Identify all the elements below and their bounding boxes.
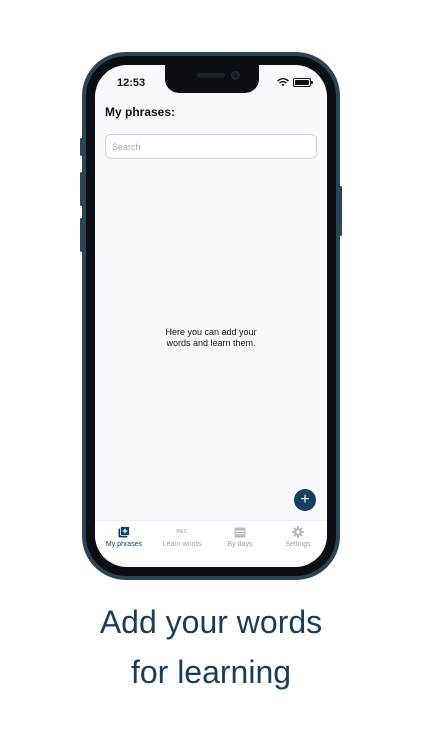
rec-icon: REC [176,529,188,535]
status-icons [277,77,313,87]
battery-icon [293,77,313,87]
empty-state-line-1: Here you can add your [165,327,257,337]
add-card-icon [118,526,130,538]
search-input[interactable] [105,134,317,159]
speaker-grille [197,73,225,78]
tab-my-phrases[interactable]: My phrases [95,521,153,561]
tab-settings[interactable]: Settings [269,521,327,561]
empty-state-message: Here you can add your words and learn th… [95,327,327,349]
add-phrase-button[interactable]: + [294,489,316,511]
app-screen: 12:53 My phrases: Here you can add your … [95,65,327,567]
tab-label: By days [227,541,253,548]
phone-bezel: 12:53 My phrases: Here you can add your … [86,56,336,576]
wifi-icon [277,78,289,87]
tab-learn-words[interactable]: REC Learn words [153,521,211,561]
front-camera [231,71,240,80]
tab-bar: My phrases REC Learn words By days Setti… [95,520,327,561]
calendar-icon [234,527,246,537]
tab-label: Learn words [162,541,202,548]
caption-line-2: for learning [130,654,292,690]
tab-by-days[interactable]: By days [211,521,269,561]
caption-line-1: Add your words [99,604,323,640]
status-time: 12:53 [117,77,146,89]
notch [165,65,259,93]
tab-label: My phrases [105,541,143,548]
empty-state-line-2: words and learn them. [166,338,256,348]
tab-label: Settings [285,541,311,548]
gear-icon [292,526,304,538]
page-title: My phrases: [105,105,176,119]
phone-frame: 12:53 My phrases: Here you can add your … [82,52,340,580]
